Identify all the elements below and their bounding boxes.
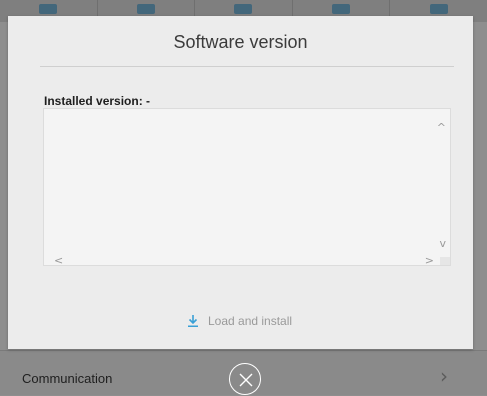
scroll-left-icon[interactable]: <: [54, 254, 63, 267]
close-icon[interactable]: [229, 363, 261, 395]
background-row-label: Communication: [22, 371, 113, 386]
scroll-up-icon[interactable]: ^: [437, 121, 446, 134]
scroll-right-icon[interactable]: >: [425, 254, 434, 267]
dialog-title: Software version: [173, 32, 308, 52]
scrollbar-corner: [440, 257, 450, 265]
installed-version-label: Installed version: -: [44, 94, 151, 108]
title-divider: [40, 66, 454, 67]
download-icon: [186, 314, 200, 328]
tab-icon: [39, 4, 58, 14]
tab-icon: [429, 4, 448, 14]
scroll-down-icon[interactable]: v: [439, 237, 446, 250]
load-and-install-button[interactable]: Load and install: [186, 314, 292, 328]
chevron-right-icon: ›: [440, 364, 448, 388]
tab-icon: [332, 4, 351, 14]
tab-icon: [234, 4, 253, 14]
load-and-install-label: Load and install: [208, 314, 293, 328]
tab-icon: [136, 4, 155, 14]
version-details-textbox[interactable]: ^ v < >: [43, 108, 451, 267]
software-version-dialog: Software version Installed version: - ^ …: [8, 16, 473, 349]
